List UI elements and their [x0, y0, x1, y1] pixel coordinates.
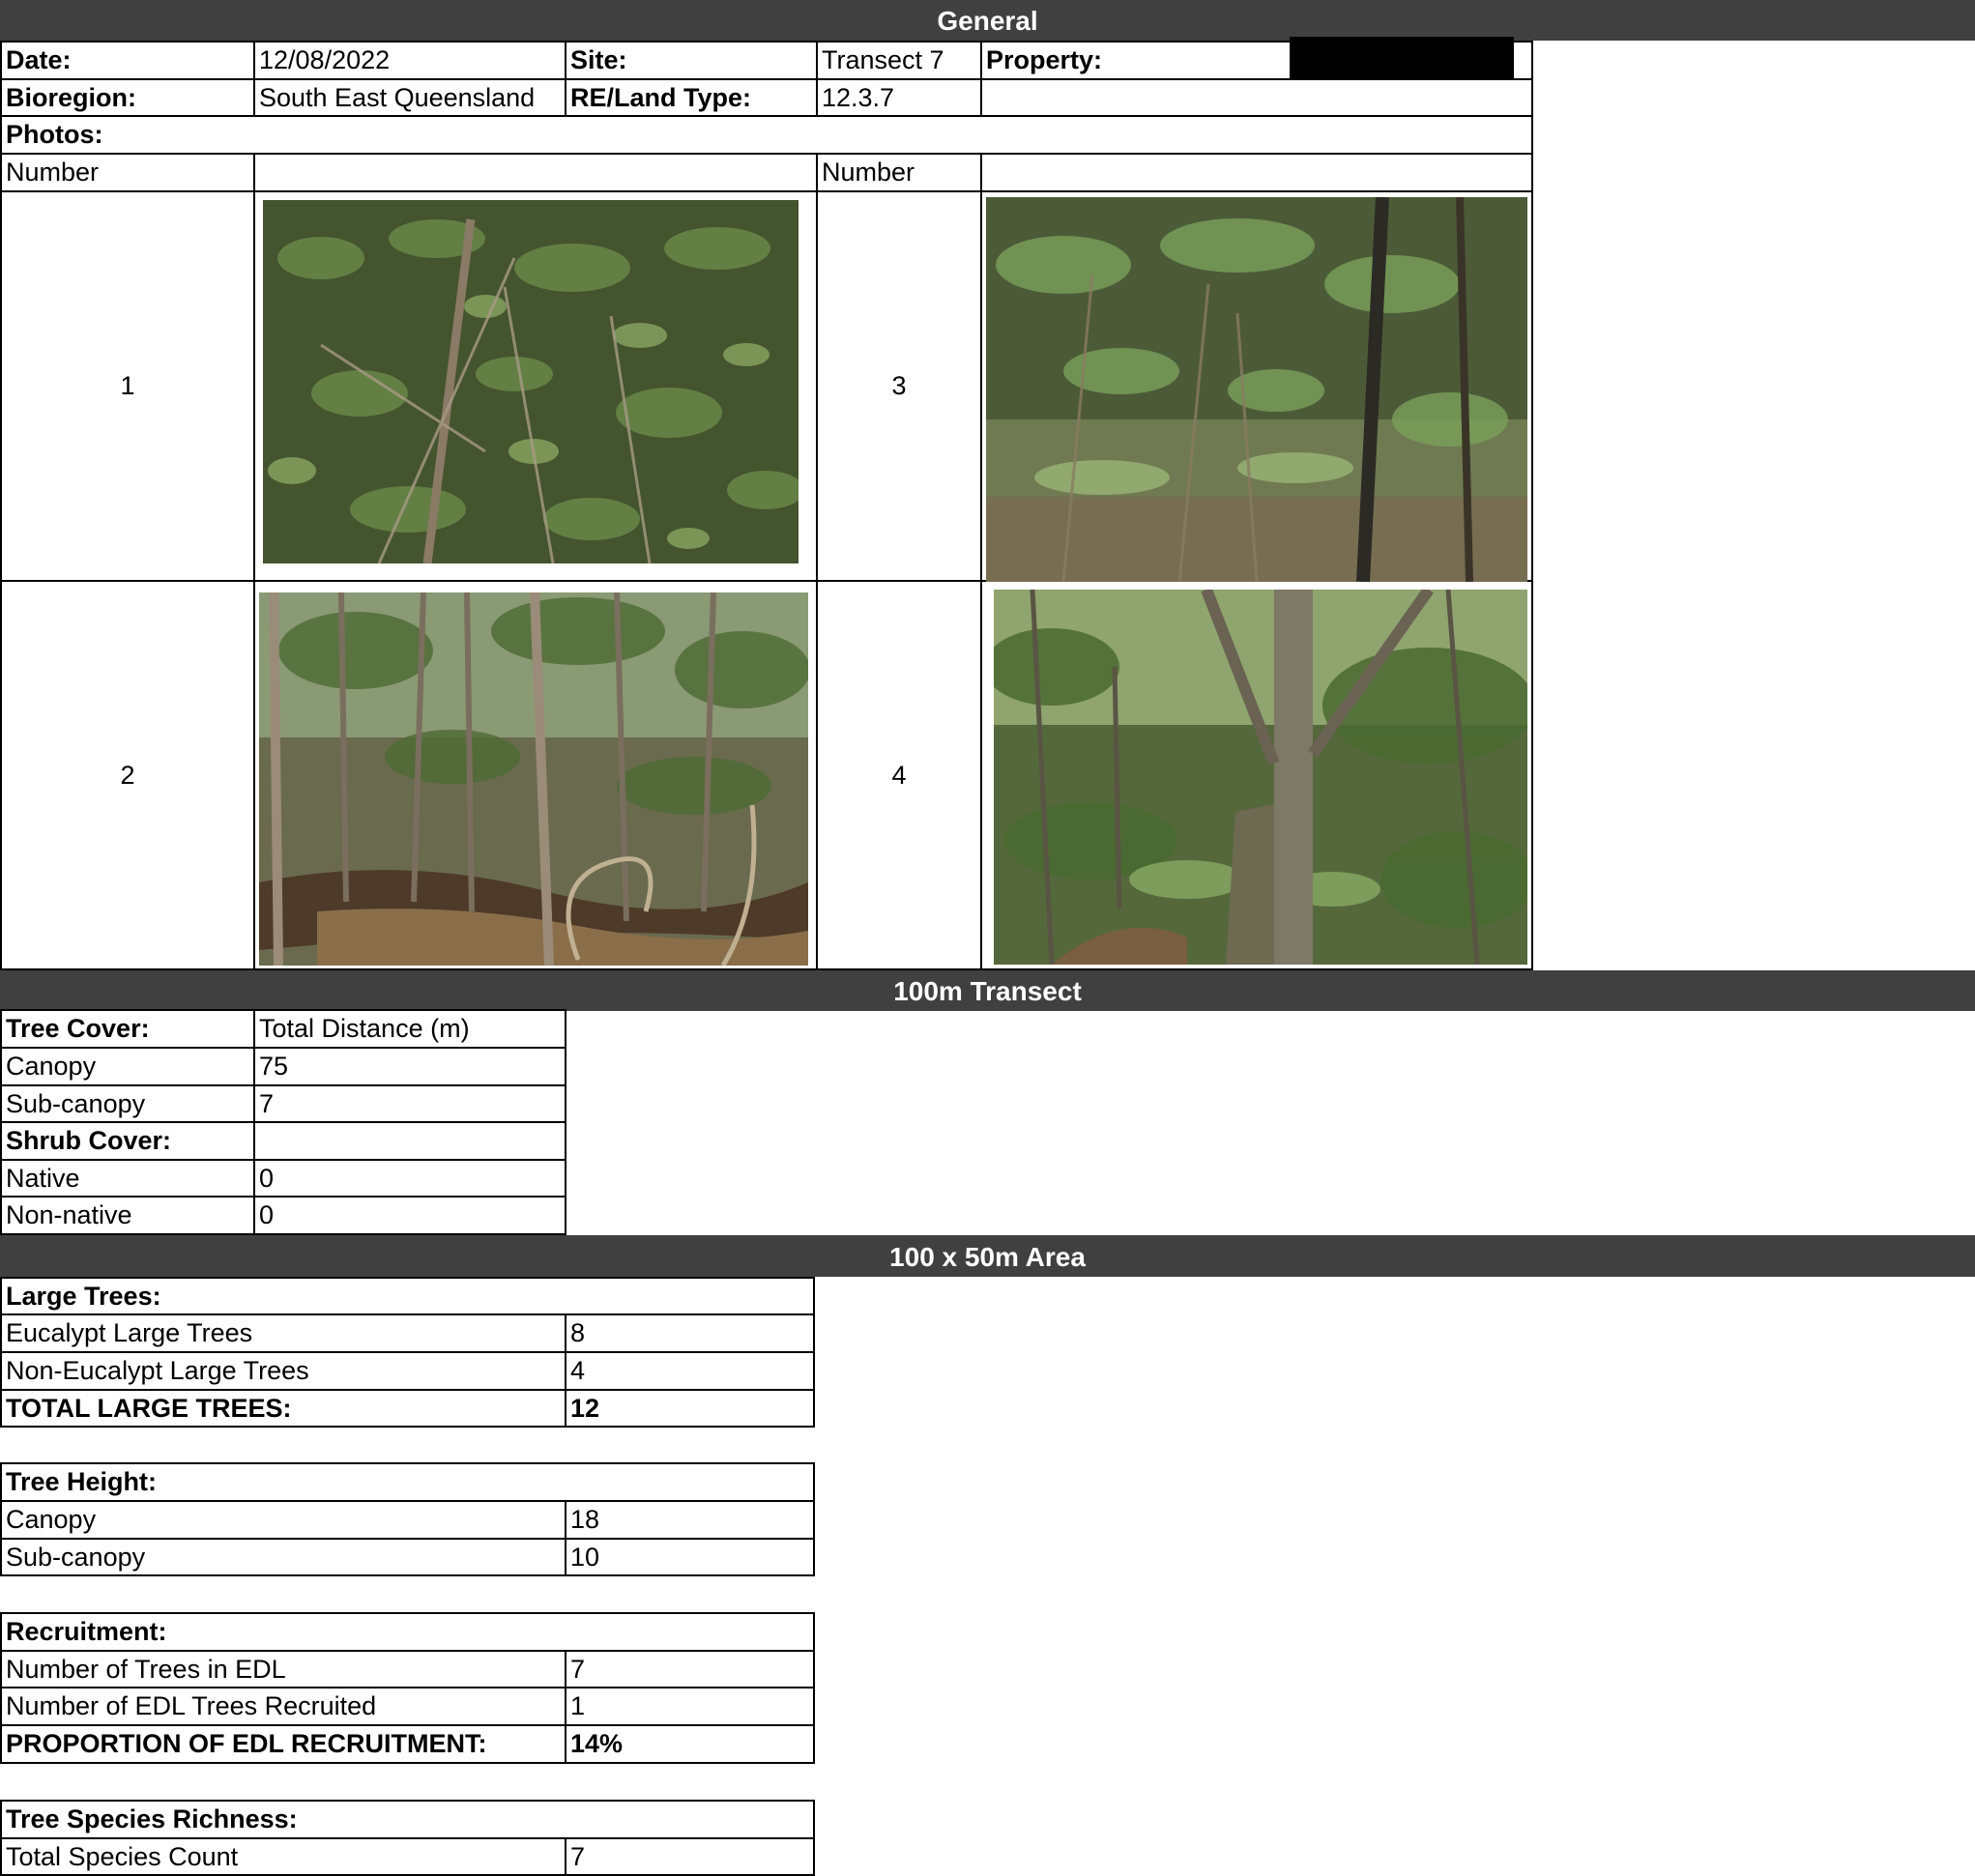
nonnative-value: 0 — [253, 1196, 566, 1235]
noneucalypt-value: 4 — [565, 1351, 815, 1391]
recruitment-label: Recruitment: — [0, 1612, 815, 1652]
tree-cover-label: Tree Cover: — [0, 1009, 255, 1049]
photos-label: Photos: — [0, 115, 1533, 155]
empty-cell — [253, 153, 818, 192]
photo-number-1: 1 — [0, 190, 255, 582]
empty-cell — [980, 153, 1533, 192]
edl-recruited-value: 1 — [565, 1687, 815, 1726]
site-label: Site: — [565, 41, 818, 80]
large-trees-label: Large Trees: — [0, 1277, 815, 1315]
date-label: Date: — [0, 41, 255, 80]
subcanopy-value: 7 — [253, 1084, 566, 1123]
subcanopy-label: Sub-canopy — [0, 1084, 255, 1123]
edl-recruited-label: Number of EDL Trees Recruited — [0, 1687, 566, 1726]
re-land-type-value: 12.3.7 — [816, 78, 982, 117]
site-photo-1 — [263, 200, 799, 563]
height-canopy-label: Canopy — [0, 1500, 566, 1540]
photo-number-header-left: Number — [0, 153, 255, 192]
site-photo-2 — [259, 592, 808, 966]
photo-number-2: 2 — [0, 580, 255, 970]
empty-cell — [253, 1121, 566, 1161]
site-photo-4 — [994, 590, 1527, 965]
edl-trees-value: 7 — [565, 1650, 815, 1688]
site-photo-3 — [986, 197, 1527, 582]
nonnative-label: Non-native — [0, 1196, 255, 1235]
total-distance-header: Total Distance (m) — [253, 1009, 566, 1049]
species-richness-label: Tree Species Richness: — [0, 1800, 815, 1839]
bioregion-label: Bioregion: — [0, 78, 255, 117]
date-value: 12/08/2022 — [253, 41, 566, 80]
eucalypt-value: 8 — [565, 1313, 815, 1353]
noneucalypt-label: Non-Eucalypt Large Trees — [0, 1351, 566, 1391]
eucalypt-label: Eucalypt Large Trees — [0, 1313, 566, 1353]
photo-number-4: 4 — [816, 580, 982, 970]
species-count-label: Total Species Count — [0, 1837, 566, 1876]
native-value: 0 — [253, 1159, 566, 1198]
edl-trees-label: Number of Trees in EDL — [0, 1650, 566, 1688]
native-label: Native — [0, 1159, 255, 1198]
tree-height-label: Tree Height: — [0, 1462, 815, 1502]
empty-cell — [980, 78, 1533, 117]
section-header-transect: 100m Transect — [0, 970, 1975, 1011]
total-large-trees-value: 12 — [565, 1389, 815, 1428]
photo-number-header-right: Number — [816, 153, 982, 192]
height-canopy-value: 18 — [565, 1500, 815, 1540]
proportion-recruitment-label: PROPORTION OF EDL RECRUITMENT: — [0, 1724, 566, 1764]
proportion-recruitment-value: 14% — [565, 1724, 815, 1764]
section-header-area: 100 x 50m Area — [0, 1235, 1975, 1277]
height-subcanopy-value: 10 — [565, 1538, 815, 1576]
site-value: Transect 7 — [816, 41, 982, 80]
total-large-trees-label: TOTAL LARGE TREES: — [0, 1389, 566, 1428]
photo-number-3: 3 — [816, 190, 982, 582]
bioregion-value: South East Queensland — [253, 78, 566, 117]
shrub-cover-label: Shrub Cover: — [0, 1121, 255, 1161]
redacted-property-value — [1290, 37, 1514, 82]
canopy-label: Canopy — [0, 1047, 255, 1086]
section-header-general: General — [0, 0, 1975, 41]
re-land-type-label: RE/Land Type: — [565, 78, 818, 117]
species-count-value: 7 — [565, 1837, 815, 1876]
height-subcanopy-label: Sub-canopy — [0, 1538, 566, 1576]
canopy-value: 75 — [253, 1047, 566, 1086]
